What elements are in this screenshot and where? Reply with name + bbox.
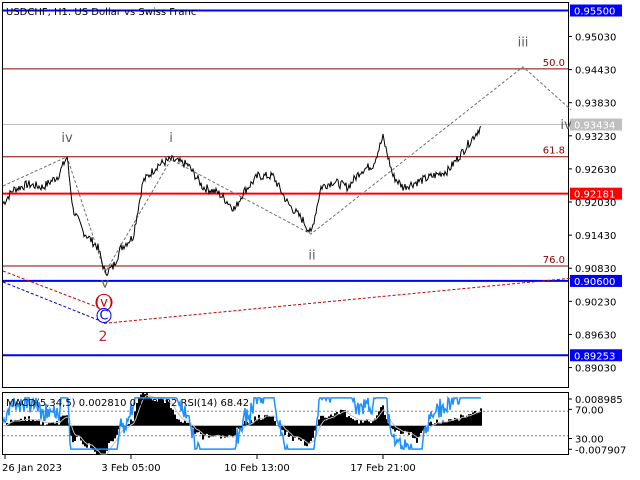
usdchf-chart: 0.9550050.00.9343461.80.9218176.00.90600…: [0, 0, 640, 480]
x-tick-label: 10 Feb 13:00: [224, 463, 290, 474]
wave-label: iii: [518, 35, 529, 50]
wave-label: i: [169, 131, 173, 146]
indicator-tick-label: 30.00: [575, 435, 604, 446]
fib-label: 76.0: [543, 255, 565, 266]
price-tick-label: 0.89630: [575, 330, 616, 341]
price-panel: [2, 2, 569, 388]
indicator-tick-label: 0.008985: [575, 395, 623, 406]
price-tick-label: 0.93830: [575, 99, 616, 110]
fib-label: 50.0: [543, 58, 565, 69]
price-tick-label: 0.92030: [575, 198, 616, 209]
wave-label: ii: [308, 248, 315, 263]
price-tick-label: 0.90230: [575, 297, 616, 308]
wave-label: 2: [99, 329, 108, 345]
price-tick-label: 0.90830: [575, 264, 616, 275]
indicator-tick-label: -0.007907: [575, 445, 626, 456]
level-price-label: 0.93434: [574, 121, 615, 132]
fib-label: 61.8: [543, 146, 565, 157]
price-tick-label: 0.93230: [575, 132, 616, 143]
x-tick-label: 3 Feb 05:00: [101, 463, 160, 474]
level-price-label: 0.95500: [574, 7, 615, 18]
level-price-label: 0.90600: [574, 277, 615, 288]
x-tick-label: 17 Feb 21:00: [350, 463, 416, 474]
price-tick-label: 0.89030: [575, 364, 616, 375]
indicator-tick-label: 70.00: [575, 405, 604, 416]
wave-label: iv: [61, 131, 73, 146]
level-price-label: 0.89253: [574, 351, 615, 362]
x-tick-label: 26 Jan 2023: [2, 463, 62, 474]
price-tick-label: 0.94430: [575, 66, 616, 77]
indicator-label: MACD(5,34,5) 0.002810 0.002482 RSI(14) 6…: [6, 398, 249, 409]
wave-label: iv: [560, 118, 572, 133]
wave-label: v: [101, 277, 109, 292]
wave-label: C: [99, 309, 108, 324]
price-tick-label: 0.95030: [575, 32, 616, 43]
chart-title: USDCHF, H1: US Dollar vs Swiss Franc: [6, 7, 196, 18]
price-tick-label: 0.92630: [575, 165, 616, 176]
price-tick-label: 0.91430: [575, 231, 616, 242]
